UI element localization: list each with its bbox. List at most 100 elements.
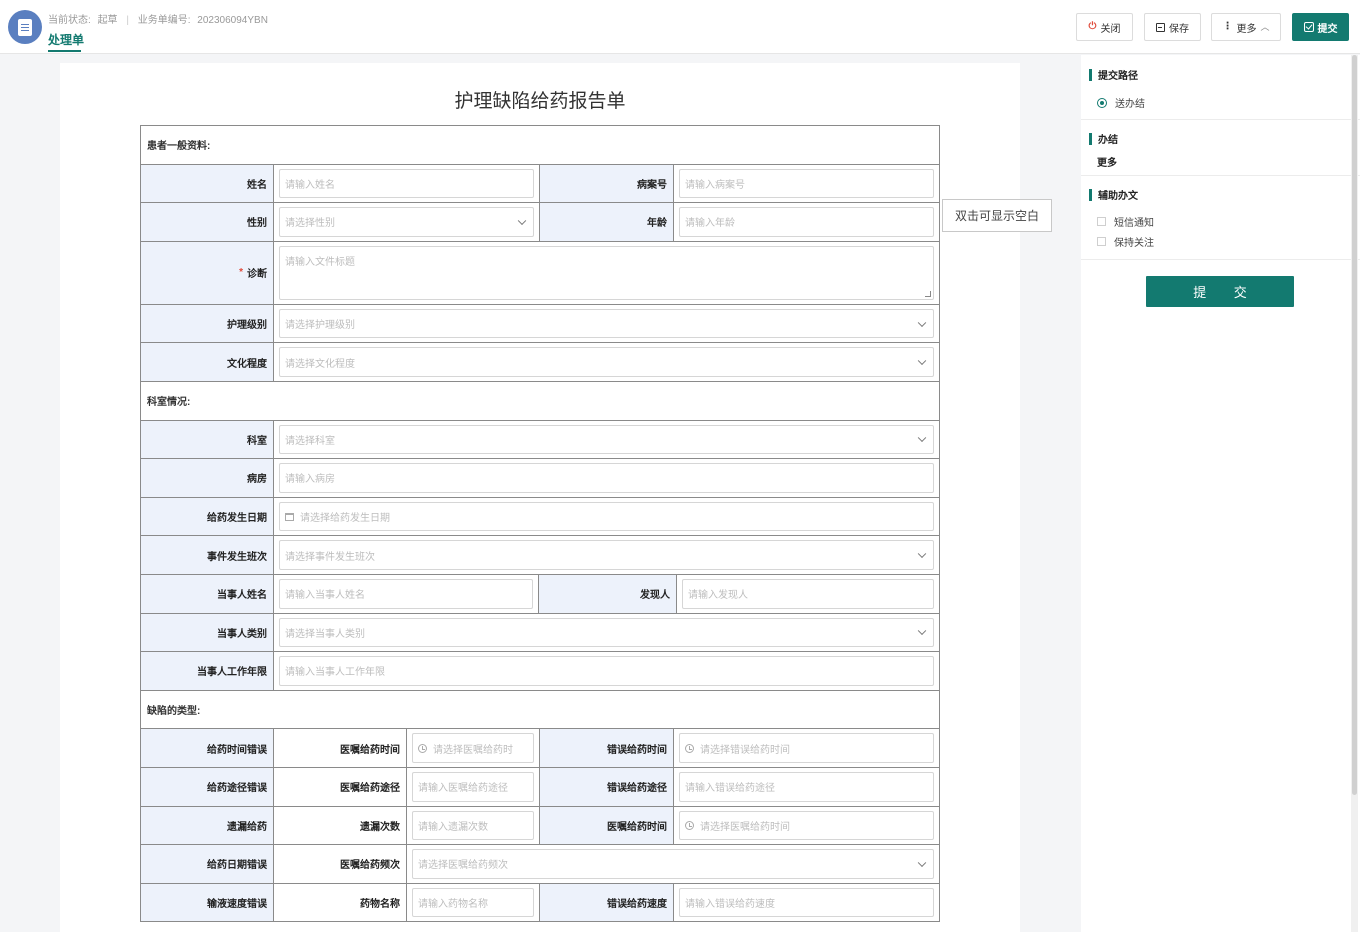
clock-icon (685, 820, 694, 830)
clock-icon (418, 743, 427, 753)
diagnosis-textarea[interactable]: 请输入文件标题 (279, 245, 934, 300)
finder-input[interactable]: 请输入发现人 (682, 578, 934, 609)
field-label: 事件发生班次 (141, 536, 274, 574)
field-label: 医嘱给药途径 (274, 767, 407, 806)
submit-path-section: 提交路径 送办结 (1081, 55, 1360, 120)
party-name-input[interactable]: 请输入当事人姓名 (279, 578, 533, 609)
missed-count-input[interactable]: 请输入遗漏次数 (412, 810, 534, 841)
field-label: 病案号 (540, 164, 674, 203)
gender-select[interactable]: 请选择性别 (279, 207, 534, 237)
field-label: 护理级别 (141, 304, 274, 343)
checkbox-icon (1097, 217, 1106, 226)
calendar-icon (285, 512, 294, 521)
save-icon (1156, 22, 1165, 32)
section-defect: 缺陷的类型: (141, 690, 940, 730)
tab-active-indicator (48, 50, 81, 52)
field-label: 错误给药时间 (540, 729, 674, 767)
form-row: 文化程度 请选择文化程度 (141, 343, 940, 382)
care-level-select[interactable]: 请选择护理级别 (279, 308, 934, 339)
form-row: 当事人类别 请选择当事人类别 (141, 613, 940, 653)
defect-type-label: 给药途径错误 (141, 767, 274, 806)
keep-follow-checkbox[interactable]: 保持关注 (1097, 234, 1154, 249)
defect-type-label: 给药日期错误 (141, 845, 274, 883)
top-bar: 当前状态: 起草 | 业务单编号: 202306094YBN 处理单 ⏻ 关闭 … (0, 0, 1360, 54)
ordered-frequency-select[interactable]: 请选择医嘱给药频次 (412, 849, 934, 879)
power-icon: ⏻ (1088, 21, 1097, 32)
defect-row: 给药途径错误 医嘱给药途径 请输入医嘱给药途径 错误给药途径 请输入错误给药途径 (141, 767, 940, 807)
form-title: 护理缺陷给药报告单 (454, 91, 626, 112)
route-radio-finish[interactable]: 送办结 (1097, 95, 1145, 110)
finish-section: 办结 更多 (1081, 120, 1360, 176)
field-label: 给药发生日期 (141, 497, 274, 536)
field-label: 姓名 (141, 164, 274, 203)
wrong-route-input[interactable]: 请输入错误给药途径 (679, 771, 934, 802)
chevron-down-icon (917, 356, 927, 366)
education-select[interactable]: 请选择文化程度 (279, 347, 934, 377)
field-label: 文化程度 (141, 343, 274, 381)
radio-selected-icon (1097, 97, 1107, 108)
field-label: 年龄 (540, 203, 674, 241)
defect-type-label: 给药时间错误 (141, 729, 274, 767)
scrollbar-thumb[interactable] (1352, 55, 1357, 795)
ward-input[interactable]: 请输入病房 (279, 463, 934, 493)
finish-more-link[interactable]: 更多 (1097, 154, 1117, 169)
field-label: * 诊断 (141, 241, 274, 304)
close-button[interactable]: ⏻ 关闭 (1076, 13, 1133, 41)
defect-row: 给药时间错误 医嘱给药时间 请选择医嘱给药时 错误给药时间 请选择错误给药时间 (141, 729, 940, 768)
field-label: 错误给药途径 (540, 767, 674, 806)
panel-submit-button[interactable]: 提 交 (1146, 276, 1294, 307)
defect-type-label: 输液速度错误 (141, 883, 274, 922)
form-row: 护理级别 请选择护理级别 (141, 304, 940, 344)
tab-process-form[interactable]: 处理单 (48, 31, 84, 48)
party-type-select[interactable]: 请选择当事人类别 (279, 617, 934, 648)
defect-type-label: 遗漏给药 (141, 806, 274, 845)
ordered-time-picker-2[interactable]: 请选择医嘱给药时间 (679, 810, 934, 841)
submit-button[interactable]: 提交 (1292, 13, 1349, 41)
chevron-down-icon (917, 318, 927, 327)
med-date-picker[interactable]: 请选择给药发生日期 (279, 501, 934, 532)
field-label: 性别 (141, 203, 274, 241)
chevron-down-icon (517, 216, 527, 226)
party-years-input[interactable]: 请输入当事人工作年限 (279, 656, 934, 686)
field-label: 发现人 (539, 574, 677, 613)
resize-handle[interactable] (925, 290, 931, 297)
sms-notify-checkbox[interactable]: 短信通知 (1097, 214, 1154, 229)
event-shift-select[interactable]: 请选择事件发生班次 (279, 540, 934, 570)
submit-check-icon (1303, 22, 1314, 32)
submit-panel: 提交路径 送办结 办结 更多 辅助办文 短信通知 保持关注 提 交 (1081, 55, 1360, 932)
form-row: 病房 请输入病房 (141, 459, 940, 498)
chevron-down-icon (917, 858, 927, 867)
ordered-time-picker[interactable]: 请选择医嘱给药时 (412, 733, 534, 763)
field-label: 当事人姓名 (141, 574, 274, 613)
name-input[interactable]: 请输入姓名 (279, 168, 534, 199)
submit-path-title: 提交路径 (1089, 67, 1138, 82)
field-label: 药物名称 (274, 883, 407, 922)
more-dots-icon: ⋮ (1222, 21, 1233, 32)
field-label: 遗漏次数 (274, 806, 407, 845)
section-department: 科室情况: (141, 381, 940, 421)
age-input[interactable]: 请输入年龄 (679, 207, 934, 237)
aux-section: 辅助办文 短信通知 保持关注 (1081, 176, 1360, 260)
form-row: 事件发生班次 请选择事件发生班次 (141, 536, 940, 575)
save-button[interactable]: 保存 (1144, 13, 1201, 41)
drug-name-input[interactable]: 请输入药物名称 (412, 887, 534, 918)
status-line: 当前状态: 起草 | 业务单编号: 202306094YBN (48, 15, 268, 26)
case-number-input[interactable]: 请输入病案号 (679, 168, 934, 199)
panel-scrollbar[interactable] (1351, 55, 1358, 932)
chevron-down-icon (917, 549, 927, 559)
field-label: 当事人工作年限 (141, 652, 274, 690)
defect-row: 遗漏给药 遗漏次数 请输入遗漏次数 医嘱给药时间 请选择医嘱给药时间 (141, 806, 940, 846)
blank-display-hint[interactable]: 双击可显示空白 (942, 199, 1052, 232)
wrong-time-picker[interactable]: 请选择错误给药时间 (679, 733, 934, 763)
chevron-up-icon: ︿ (1260, 21, 1270, 32)
aux-title: 辅助办文 (1089, 187, 1138, 202)
wrong-speed-input[interactable]: 请输入错误给药速度 (679, 887, 934, 918)
department-select[interactable]: 请选择科室 (279, 424, 934, 455)
ordered-route-input[interactable]: 请输入医嘱给药途径 (412, 771, 534, 802)
field-label: 医嘱给药频次 (274, 845, 407, 883)
form-row: 当事人工作年限 请输入当事人工作年限 (141, 652, 940, 691)
checkbox-icon (1097, 237, 1106, 246)
more-button[interactable]: ⋮ 更多 ︿ (1211, 13, 1281, 41)
doc-number: 202306094YBN (197, 15, 268, 26)
form-table: 患者一般资料: 姓名 请输入姓名 病案号 请输入病案号 性别 请选择性别 年龄 (140, 125, 940, 923)
